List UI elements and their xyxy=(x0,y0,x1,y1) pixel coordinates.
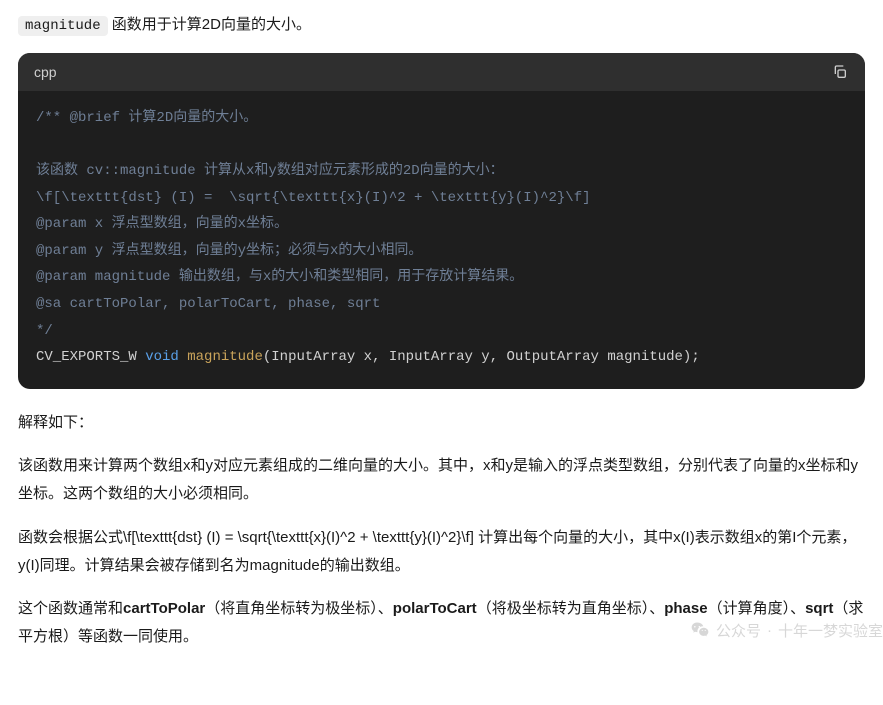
explanation-p1: 该函数用来计算两个数组x和y对应元素组成的二维向量的大小。其中，x和y是输入的浮… xyxy=(18,452,865,508)
explanation-p2: 函数会根据公式\f[\texttt{dst} (I) = \sqrt{\text… xyxy=(18,524,865,580)
code-header: cpp xyxy=(18,53,865,91)
code-block: cpp /** @brief 计算2D向量的大小。 该函数 cv::magnit… xyxy=(18,53,865,389)
intro-text: 函数用于计算2D向量的大小。 xyxy=(108,16,311,33)
inline-code-magnitude: magnitude xyxy=(18,16,108,36)
code-body: /** @brief 计算2D向量的大小。 该函数 cv::magnitude … xyxy=(18,91,865,389)
code-line: @param y 浮点型数组，向量的y坐标；必须与x的大小相同。 xyxy=(36,243,422,259)
p3-phase: phase xyxy=(664,600,707,617)
code-line: @sa cartToPolar, polarToCart, phase, sqr… xyxy=(36,296,380,312)
code-signature: CV_EXPORTS_W void magnitude(InputArray x… xyxy=(36,349,700,365)
p3-cartToPolar: cartToPolar xyxy=(123,600,205,617)
code-line: \f[\texttt{dst} (I) = \sqrt{\texttt{x}(I… xyxy=(36,190,591,206)
p3-polarToCart: polarToCart xyxy=(393,600,477,617)
copy-icon[interactable] xyxy=(831,63,849,81)
p3-e: （将极坐标转为直角坐标）、 xyxy=(477,600,665,617)
code-line: /** @brief 计算2D向量的大小。 xyxy=(36,110,257,126)
explanation-p3: 这个函数通常和cartToPolar（将直角坐标转为极坐标）、polarToCa… xyxy=(18,595,865,651)
code-line: @param magnitude 输出数组，与x的大小和类型相同，用于存放计算结… xyxy=(36,269,523,285)
code-line: */ xyxy=(36,323,53,339)
explanation-heading: 解释如下： xyxy=(18,409,865,437)
p3-g: （计算角度）、 xyxy=(708,600,806,617)
p3-c: （将直角坐标转为极坐标）、 xyxy=(205,600,393,617)
p3-a: 这个函数通常和 xyxy=(18,600,123,617)
code-line: @param x 浮点型数组，向量的x坐标。 xyxy=(36,216,288,232)
p3-sqrt: sqrt xyxy=(805,600,833,617)
intro-line: magnitude 函数用于计算2D向量的大小。 xyxy=(18,12,865,39)
code-line: 该函数 cv::magnitude 计算从x和y数组对应元素形成的2D向量的大小… xyxy=(36,163,504,179)
code-language-label: cpp xyxy=(34,64,57,80)
